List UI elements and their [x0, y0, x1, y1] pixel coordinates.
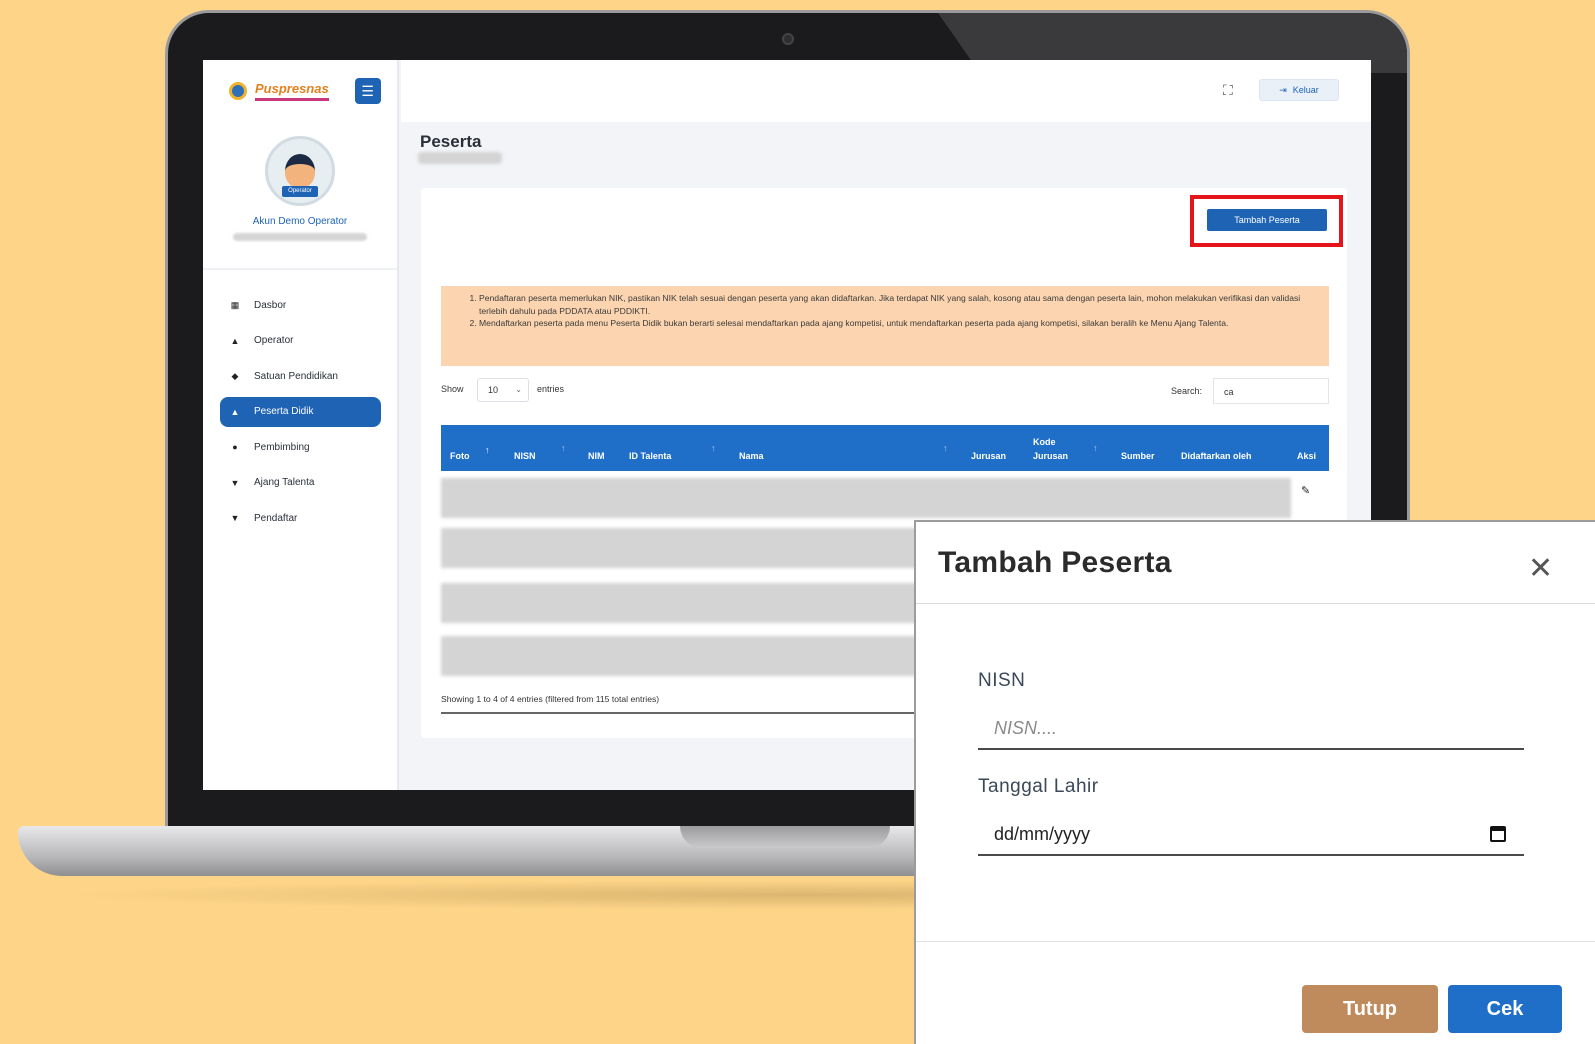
- highlight-box: [1190, 195, 1343, 247]
- modal-header: Tambah Peserta ✕: [916, 522, 1595, 604]
- nisn-label: NISN: [978, 670, 1026, 691]
- col-didaftarkan-oleh[interactable]: Didaftarkan oleh: [1181, 451, 1252, 461]
- brand-name: Puspresnas: [255, 81, 329, 101]
- users-icon: ●: [232, 442, 238, 452]
- sidebar-menu: ▦ Dasbor ▲ Operator ◆ Satuan Pendidikan ▲ Pe…: [203, 270, 397, 533]
- col-id-talenta[interactable]: ID Talenta: [629, 451, 671, 461]
- col-jurusan[interactable]: Jurusan: [971, 451, 1006, 461]
- modal-footer: Tutup Cek: [916, 941, 1595, 1044]
- sidebar-item-peserta-didik[interactable]: ▲ Peserta Didik: [220, 396, 381, 427]
- topbar: ⛶ ⇥ Keluar: [401, 60, 1371, 122]
- notice-item: Mendaftarkan peserta pada menu Peserta D…: [479, 317, 1315, 330]
- sort-icon: ↑: [943, 443, 948, 453]
- notice-item: Pendaftaran peserta memerlukan NIK, past…: [479, 292, 1315, 317]
- close-icon[interactable]: ✕: [1528, 554, 1553, 584]
- sort-icon: ↑: [485, 445, 490, 455]
- col-nisn[interactable]: NISN: [514, 451, 536, 461]
- close-button[interactable]: Tutup: [1302, 985, 1438, 1033]
- menu-icon: ☰: [361, 82, 374, 99]
- profile: Operator Akun Demo Operator: [203, 122, 397, 270]
- profile-name: Akun Demo Operator: [252, 216, 348, 227]
- emblem-icon: [229, 82, 247, 100]
- trophy-icon: ▼: [230, 477, 240, 488]
- modal-title: Tambah Peserta: [938, 546, 1172, 579]
- sidebar-item-ajang-talenta[interactable]: ▼ Ajang Talenta: [220, 468, 381, 498]
- edit-icon[interactable]: ✎: [1301, 484, 1310, 497]
- sidebar-item-dasbor[interactable]: ▦ Dasbor: [220, 290, 381, 320]
- table-row: [441, 478, 1291, 518]
- notice-box: Pendaftaran peserta memerlukan NIK, past…: [441, 286, 1329, 366]
- col-kode: Kode: [1033, 437, 1056, 447]
- col-foto[interactable]: Foto: [450, 451, 470, 461]
- laptop-notch: [680, 826, 890, 848]
- hamburger-menu-button[interactable]: ☰: [354, 78, 381, 104]
- webcam-icon: [782, 33, 794, 45]
- sidebar-item-operator[interactable]: ▲ Operator: [220, 326, 381, 356]
- entries-select[interactable]: 10 ⌄: [477, 378, 529, 402]
- nisn-input[interactable]: NISN....: [978, 710, 1524, 750]
- sort-icon: ↑: [561, 443, 566, 453]
- col-sumber[interactable]: Sumber: [1121, 451, 1155, 461]
- col-aksi: Aksi: [1297, 451, 1317, 461]
- col-kode-jurusan[interactable]: Jurusan: [1033, 451, 1068, 461]
- user-icon: ▲: [230, 335, 240, 346]
- brand: Puspresnas ☰: [203, 60, 397, 122]
- user-icon: ▲: [230, 406, 240, 417]
- add-participant-modal: Tambah Peserta ✕ NISN NISN.... Tanggal L…: [914, 520, 1595, 1044]
- col-nim[interactable]: NIM: [588, 451, 605, 461]
- graduation-cap-icon: ◆: [231, 370, 239, 381]
- search-input[interactable]: ca: [1213, 378, 1329, 404]
- sort-icon: ↑: [1093, 443, 1098, 453]
- dashboard-icon: ▦: [230, 299, 240, 310]
- sidebar-item-satuan-pendidikan[interactable]: ◆ Satuan Pendidikan: [220, 361, 381, 391]
- sort-icon: ↑: [711, 443, 716, 453]
- logout-icon: ⇥: [1279, 84, 1287, 95]
- logout-button[interactable]: ⇥ Keluar: [1259, 79, 1339, 101]
- role-badge: Operator: [282, 186, 318, 197]
- redacted-text: [233, 233, 367, 241]
- table-header: Foto ↑ NISN ↑ NIM ID Talenta ↑ Nama ↑ Ju…: [441, 425, 1329, 471]
- sidebar-item-pembimbing[interactable]: ● Pembimbing: [220, 432, 381, 462]
- fullscreen-icon[interactable]: ⛶: [1223, 82, 1233, 99]
- table-controls: Show 10 ⌄ entries Search: ca: [441, 378, 1329, 404]
- avatar: Operator: [265, 136, 335, 206]
- sidebar: Puspresnas ☰ Operator Akun Demo Operator…: [203, 60, 399, 790]
- trophy-icon: ▼: [230, 513, 240, 523]
- redacted-breadcrumb: [418, 152, 502, 164]
- table-info: Showing 1 to 4 of 4 entries (filtered fr…: [441, 694, 660, 704]
- calendar-icon[interactable]: [1490, 826, 1506, 842]
- sidebar-item-pendaftar[interactable]: ▼ Pendaftar: [220, 503, 381, 533]
- dob-input[interactable]: dd/mm/yyyy: [978, 816, 1524, 856]
- col-nama[interactable]: Nama: [739, 451, 764, 461]
- dob-label: Tanggal Lahir: [978, 776, 1099, 797]
- check-button[interactable]: Cek: [1448, 985, 1562, 1033]
- page-title: Peserta: [420, 132, 482, 151]
- chevron-down-icon: ⌄: [515, 385, 522, 394]
